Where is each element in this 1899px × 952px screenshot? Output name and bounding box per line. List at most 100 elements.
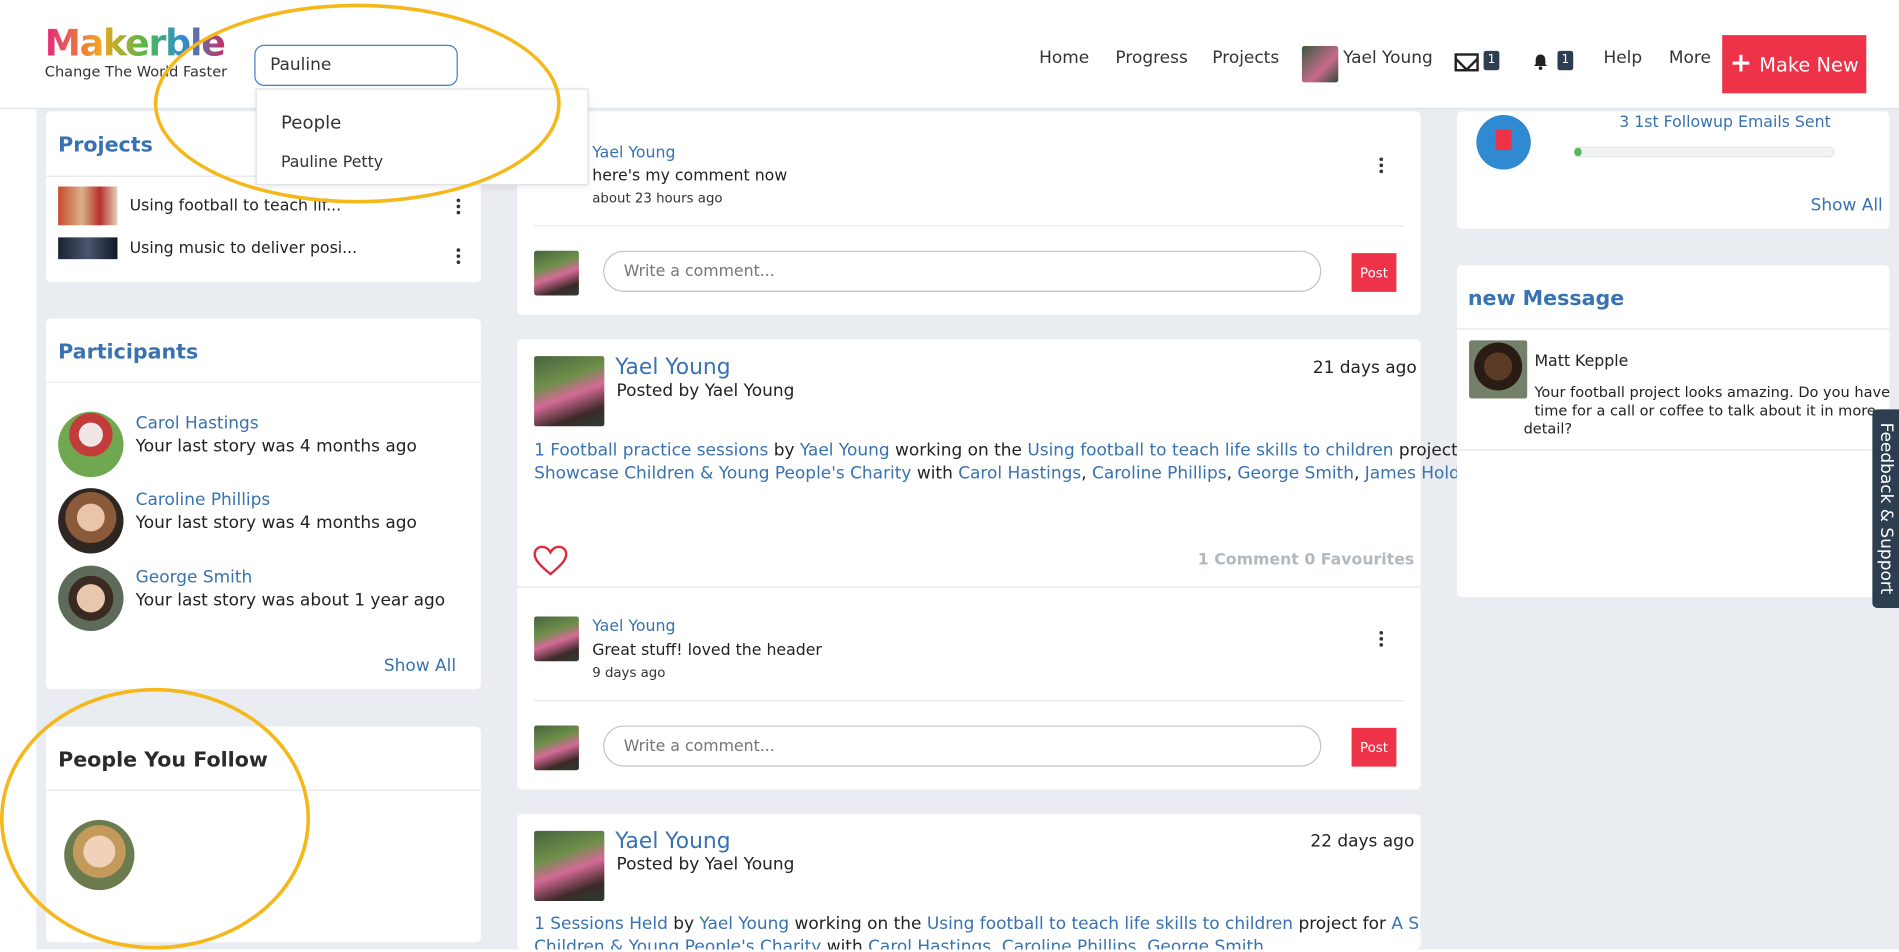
post-comment-button[interactable]: Post: [1351, 253, 1397, 292]
search-input[interactable]: [254, 44, 458, 86]
participant-last-story: Your last story was 4 months ago: [135, 437, 417, 457]
divider: [534, 700, 1404, 702]
comment-text: here's my comment now: [592, 167, 788, 186]
projects-title: Projects: [58, 133, 153, 158]
post-posted-by: Posted by Yael Young: [616, 381, 795, 401]
feed-card-top: Yael Young here's my comment now about 2…: [517, 111, 1421, 315]
bell-icon[interactable]: [1532, 53, 1549, 71]
participants-show-all-link[interactable]: Show All: [384, 656, 456, 675]
user-link[interactable]: Yael Young: [800, 441, 890, 460]
user-link[interactable]: Yael Young: [699, 914, 789, 933]
comment-input[interactable]: [603, 725, 1322, 767]
post-author-name[interactable]: Yael Young: [615, 355, 730, 380]
kebab-menu-icon[interactable]: [456, 246, 461, 267]
kebab-menu-icon[interactable]: [1379, 155, 1384, 176]
comments-count[interactable]: 1 Comment: [1198, 551, 1299, 569]
metric-link[interactable]: 1 Football practice sessions: [534, 441, 768, 460]
logo-wordmark: Makerble: [45, 24, 227, 65]
message-text-line: time for a call or coffee to talk about …: [1534, 402, 1876, 420]
comment-time: 9 days ago: [592, 664, 666, 681]
comment-time: about 23 hours ago: [592, 190, 723, 206]
sender-avatar[interactable]: [1469, 340, 1528, 399]
story-text: working on the: [794, 914, 922, 934]
project-item[interactable]: Using football to teach lif...: [58, 186, 341, 226]
participant-item[interactable]: Carol Hastings Your last story was 4 mon…: [58, 411, 417, 478]
envelope-icon[interactable]: [1454, 53, 1479, 72]
messages-badge: 1: [1483, 50, 1500, 71]
kebab-menu-icon[interactable]: [456, 196, 461, 217]
participant-name[interactable]: Carol Hastings: [136, 414, 417, 433]
participant-link[interactable]: Carol Hastings: [868, 937, 991, 949]
logo-tagline: Change The World Faster: [44, 62, 228, 80]
participant-item[interactable]: George Smith Your last story was about 1…: [58, 565, 446, 631]
participant-link[interactable]: Carol Hastings: [958, 464, 1081, 483]
followup-label[interactable]: 3 1st Followup Emails Sent: [1619, 114, 1831, 132]
comment-input[interactable]: [603, 250, 1322, 292]
project-link[interactable]: Using football to teach life skills to c…: [927, 914, 1293, 933]
make-new-button[interactable]: + Make New: [1722, 35, 1867, 94]
participant-last-story: Your last story was 4 months ago: [135, 513, 417, 533]
participant-link[interactable]: Caroline Phillips: [1092, 464, 1227, 483]
user-avatar[interactable]: [1301, 46, 1339, 83]
divider: [534, 225, 1404, 227]
post-story-line: 1 Sessions Held by Yael Young working on…: [534, 914, 1421, 933]
feedback-support-tab[interactable]: Feedback & Support: [1872, 409, 1899, 608]
story-text: project for: [1298, 914, 1387, 934]
followed-person-avatar[interactable]: [64, 819, 135, 891]
project-thumbnail: [58, 237, 118, 260]
post-story-line: Children & Young People's Charity with C…: [534, 937, 1264, 949]
message-sender[interactable]: Matt Kepple: [1534, 352, 1628, 370]
new-message-title: new Message: [1467, 287, 1625, 312]
post-time: 21 days ago: [1312, 358, 1417, 378]
nav-help[interactable]: Help: [1603, 48, 1642, 67]
story-text: with: [916, 463, 953, 484]
participant-name[interactable]: George Smith: [136, 568, 446, 587]
post-story-line: Showcase Children & Young People's Chari…: [534, 464, 1481, 483]
participant-link[interactable]: George Smith: [1237, 464, 1354, 483]
search-results-heading: People: [280, 111, 342, 134]
project-item[interactable]: Using music to deliver posi...: [58, 237, 357, 260]
new-message-card: new Message Matt Kepple Your football pr…: [1456, 265, 1890, 598]
project-thumbnail: [58, 186, 118, 226]
followup-progress-fill: [1574, 147, 1583, 157]
makerble-logo[interactable]: Makerble Change The World Faster: [45, 24, 227, 80]
participant-name[interactable]: Caroline Phillips: [136, 490, 417, 509]
separator: ,: [1353, 463, 1360, 484]
participant-link[interactable]: Caroline Phillips: [1002, 937, 1137, 949]
nav-more[interactable]: More: [1669, 48, 1711, 67]
participant-item[interactable]: Caroline Phillips Your last story was 4 …: [58, 488, 417, 554]
canvas: Makerble Change The World Faster People …: [0, 0, 1899, 952]
organisation-link[interactable]: A Showcase: [1391, 914, 1420, 933]
nav-projects[interactable]: Projects: [1212, 48, 1279, 67]
favourites-count[interactable]: 0 Favourites: [1304, 551, 1414, 569]
comment-author[interactable]: Yael Young: [592, 618, 675, 636]
divider: [517, 586, 1421, 588]
post-author-avatar[interactable]: [534, 356, 605, 427]
separator: ,: [1081, 463, 1087, 484]
nav-user-name[interactable]: Yael Young: [1343, 48, 1433, 67]
followup-show-all-link[interactable]: Show All: [1811, 196, 1883, 215]
nav-progress[interactable]: Progress: [1115, 48, 1187, 67]
post-author-name[interactable]: Yael Young: [615, 828, 730, 853]
kebab-menu-icon[interactable]: [1379, 629, 1384, 650]
post-author-avatar[interactable]: [534, 830, 605, 902]
heart-icon[interactable]: [533, 545, 568, 576]
post-time: 22 days ago: [1310, 832, 1415, 852]
organisation-link[interactable]: Children & Young People's Charity: [534, 937, 821, 949]
participant-link[interactable]: George Smith: [1147, 937, 1264, 949]
project-link[interactable]: Using football to teach life skills to c…: [1027, 441, 1393, 460]
make-new-label: Make New: [1759, 52, 1859, 76]
nav-home[interactable]: Home: [1039, 48, 1089, 67]
metric-link[interactable]: 1 Sessions Held: [534, 914, 668, 933]
post-comment-button[interactable]: Post: [1351, 727, 1397, 767]
commenter-avatar[interactable]: [534, 616, 579, 662]
divider: [1456, 449, 1890, 451]
comment-author[interactable]: Yael Young: [592, 144, 675, 162]
participants-card: Participants Carol Hastings Your last st…: [46, 318, 481, 690]
avatar: [58, 565, 124, 631]
notifications-badge: 1: [1557, 50, 1574, 71]
comment-text: Great stuff! loved the header: [592, 641, 822, 661]
search-result-item[interactable]: Pauline Petty: [281, 154, 383, 172]
organisation-link[interactable]: Showcase Children & Young People's Chari…: [534, 464, 911, 483]
goal-badge-icon: [1476, 115, 1531, 170]
